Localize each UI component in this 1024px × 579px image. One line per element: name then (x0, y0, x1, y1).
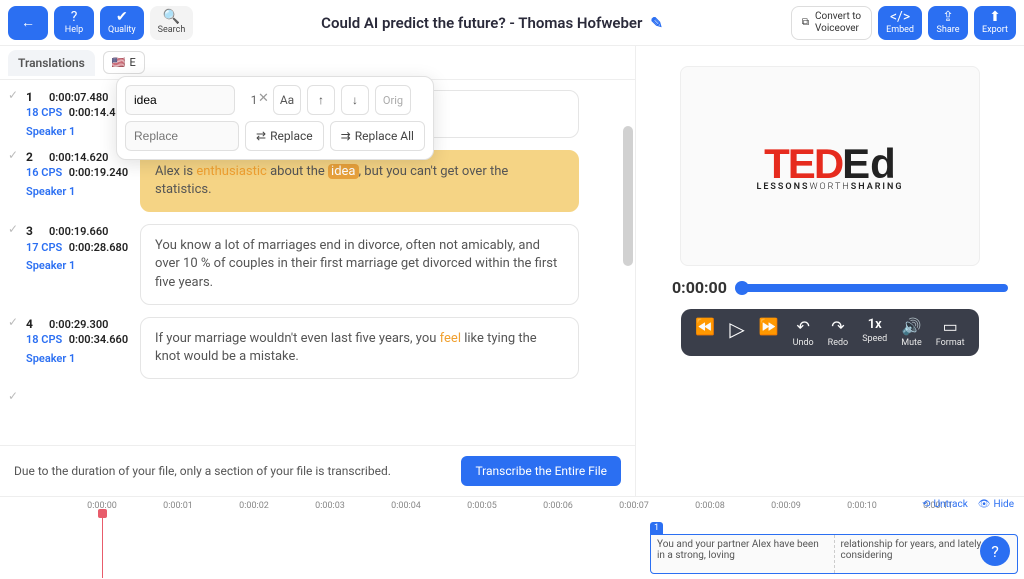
edit-title-button[interactable]: ✎ (650, 14, 663, 32)
video-preview[interactable]: TEDEd LESSONSWORTHSHARING (680, 66, 980, 266)
transcribe-notice: Due to the duration of your file, only a… (0, 445, 635, 496)
timeline-cursor[interactable] (102, 511, 103, 578)
search-button[interactable]: 🔍Search (150, 6, 194, 40)
notice-text: Due to the duration of your file, only a… (14, 464, 391, 478)
hide-timeline-button[interactable]: 👁 Hide (978, 499, 1014, 510)
mute-button[interactable]: 🔊Mute (901, 317, 922, 348)
code-icon: </> (890, 10, 910, 24)
find-input[interactable] (125, 85, 235, 115)
speaker-select[interactable]: Speaker 1 (26, 352, 130, 365)
clear-find-button[interactable]: ✕ (258, 91, 269, 106)
timeline-tick: 0:00:04 (391, 501, 421, 511)
timeline-tick: 0:00:06 (543, 501, 573, 511)
timeline[interactable]: 0:00:000:00:010:00:020:00:030:00:040:00:… (0, 496, 1024, 578)
play-icon: ▷ (729, 317, 744, 341)
forward-icon: ⏩ (759, 317, 779, 336)
subtitle-row: ✓ 4 0:00:29.300 18 CPS 0:00:34.660 Speak… (8, 311, 627, 385)
help-button[interactable]: ?Help (54, 6, 94, 40)
timeline-tick: 0:00:09 (771, 501, 801, 511)
convert-voiceover-button[interactable]: ⧉Convert to Voiceover (791, 6, 872, 40)
speed-button[interactable]: 1xSpeed (862, 317, 887, 348)
untrack-button[interactable]: ⟲ Untrack (922, 499, 968, 510)
video-pane: TEDEd LESSONSWORTHSHARING 0:00:00 ⏪ ▷ ⏩ … (636, 46, 1024, 496)
quality-button[interactable]: ✔Quality (100, 6, 144, 40)
case-toggle[interactable]: Aa (273, 85, 301, 115)
prev-match-button[interactable]: ↑ (307, 85, 335, 115)
timeline-tick: 0:00:03 (315, 501, 345, 511)
replace-button[interactable]: ⇄Replace (245, 121, 324, 151)
help-fab[interactable]: ? (980, 536, 1010, 566)
subtitle-row: ✓ (8, 385, 627, 397)
replace-input[interactable] (125, 121, 239, 151)
video-time: 0:00:00 (672, 278, 727, 297)
camera-icon: ⧉ (802, 17, 809, 28)
play-button[interactable]: ▷ (729, 317, 744, 348)
search-icon: 🔍 (163, 10, 180, 24)
timeline-tick: 0:00:10 (847, 501, 877, 511)
forward-button[interactable]: ⏩ (759, 317, 779, 348)
timeline-tick: 0:00:02 (239, 501, 269, 511)
tab-translations[interactable]: Translations (8, 50, 95, 76)
timeline-block[interactable]: 1 You and your partner Alex have been in… (650, 519, 1018, 569)
speaker-select[interactable]: Speaker 1 (26, 125, 130, 138)
undo-button[interactable]: ↶Undo (793, 317, 814, 348)
editor-pane: Translations 🇺🇸E ✕ 1 Aa ↑ ↓ Orig ⇄Replac… (0, 46, 636, 496)
timeline-tick: 0:00:08 (695, 501, 725, 511)
topbar: ← ?Help ✔Quality 🔍Search Could AI predic… (0, 0, 1024, 46)
ted-ed-logo: TEDEd LESSONSWORTHSHARING (756, 140, 903, 192)
timeline-ruler: 0:00:000:00:010:00:020:00:030:00:040:00:… (14, 501, 1010, 515)
check-icon: ✓ (8, 389, 18, 403)
export-icon: ⬆ (989, 10, 1001, 24)
cps-badge: 18 CPS (26, 106, 62, 119)
share-button[interactable]: ⇪Share (928, 6, 968, 40)
subtitle-text[interactable]: If your marriage wouldn't even last five… (140, 317, 579, 379)
speaker-select[interactable]: Speaker 1 (26, 259, 130, 272)
undo-icon: ↶ (796, 317, 809, 336)
replace-icon: ⇄ (256, 129, 266, 143)
timeline-tick: 0:00:01 (163, 501, 193, 511)
share-icon: ⇪ (942, 10, 954, 24)
cps-badge: 18 CPS (26, 333, 62, 346)
export-button[interactable]: ⬆Export (974, 6, 1016, 40)
next-match-button[interactable]: ↓ (341, 85, 369, 115)
scrollbar[interactable] (623, 126, 633, 266)
check-icon: ✓ (8, 88, 18, 102)
subtitle-row: ✓ 3 0:00:19.660 17 CPS 0:00:28.680 Speak… (8, 218, 627, 311)
find-replace-panel: ✕ 1 Aa ↑ ↓ Orig ⇄Replace ⇉Replace All (116, 76, 434, 160)
arrow-left-icon: ← (21, 16, 35, 30)
tabs-row: Translations 🇺🇸E (0, 46, 635, 80)
language-chip[interactable]: 🇺🇸E (103, 51, 145, 74)
help-icon: ? (71, 10, 78, 24)
cps-badge: 17 CPS (26, 241, 62, 254)
page-title: Could AI predict the future? - Thomas Ho… (199, 14, 785, 32)
back-button[interactable]: ← (8, 6, 48, 40)
quality-icon: ✔ (116, 10, 128, 24)
replace-all-button[interactable]: ⇉Replace All (330, 121, 425, 151)
video-controls: ⏪ ▷ ⏩ ↶Undo ↷Redo 1xSpeed 🔊Mute ▭Format (681, 309, 978, 356)
check-icon: ✓ (8, 148, 18, 162)
subtitle-text[interactable]: You know a lot of marriages end in divor… (140, 224, 579, 305)
timeline-tick: 0:00:05 (467, 501, 497, 511)
redo-button[interactable]: ↷Redo (828, 317, 849, 348)
orig-toggle[interactable]: Orig (375, 85, 411, 115)
redo-icon: ↷ (831, 317, 844, 336)
rewind-button[interactable]: ⏪ (695, 317, 715, 348)
format-icon: ▭ (943, 317, 958, 336)
replace-all-icon: ⇉ (341, 129, 351, 143)
search-match: idea (328, 164, 358, 179)
timeline-tick: 0:00:07 (619, 501, 649, 511)
volume-icon: 🔊 (902, 317, 922, 336)
embed-button[interactable]: </>Embed (878, 6, 922, 40)
check-icon: ✓ (8, 315, 18, 329)
transcribe-entire-file-button[interactable]: Transcribe the Entire File (461, 456, 621, 486)
rewind-icon: ⏪ (695, 317, 715, 336)
cps-badge: 16 CPS (26, 166, 62, 179)
flag-icon: 🇺🇸 (112, 56, 126, 69)
speaker-select[interactable]: Speaker 1 (26, 185, 130, 198)
check-icon: ✓ (8, 222, 18, 236)
help-icon: ? (991, 542, 999, 561)
video-progress[interactable] (737, 284, 1008, 292)
format-button[interactable]: ▭Format (936, 317, 965, 348)
